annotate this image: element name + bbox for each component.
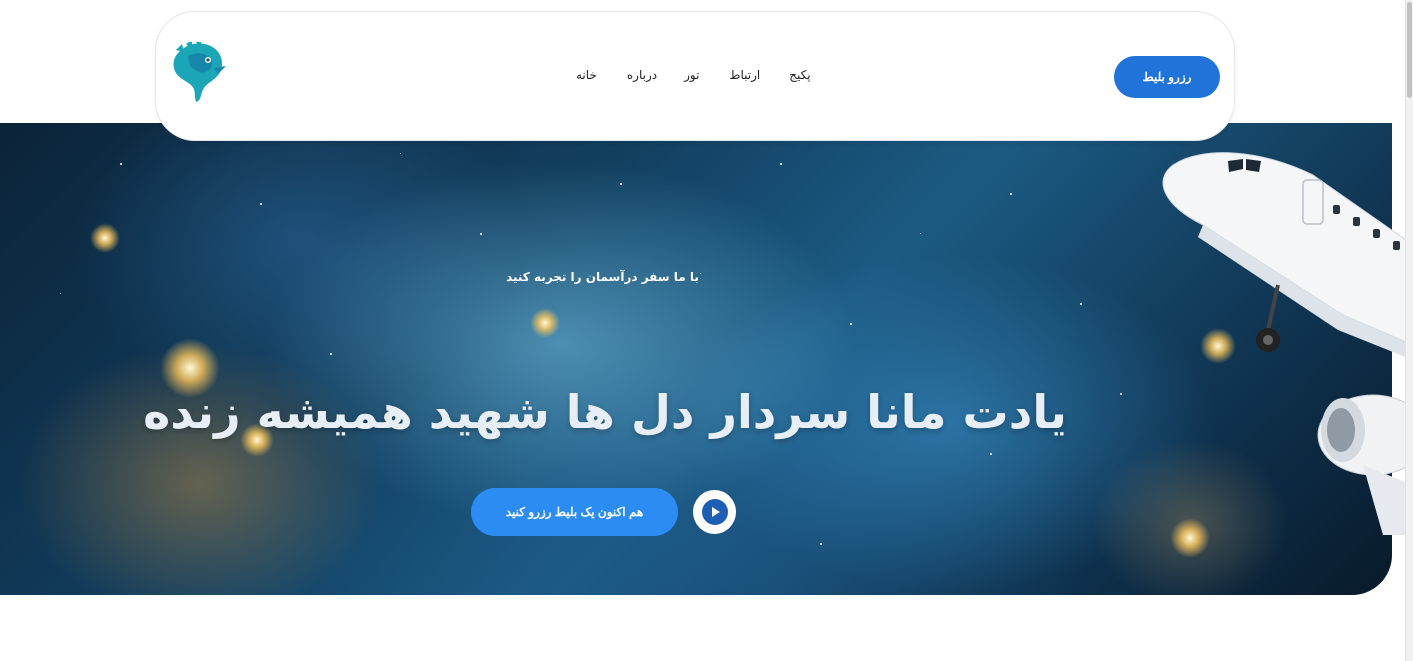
nav-links: خانه درباره تور ارتباط پکیج xyxy=(576,68,811,82)
play-icon xyxy=(701,499,728,525)
nav-link-contact[interactable]: ارتباط xyxy=(729,68,760,82)
seahorse-logo-icon[interactable] xyxy=(170,42,230,104)
book-ticket-button[interactable]: رزرو بلیط xyxy=(1114,56,1220,98)
nav-link-tour[interactable]: تور xyxy=(684,68,699,82)
airplane-image xyxy=(1162,152,1413,535)
hero-tagline: با ما سفر درآسمان را تجربه کنید xyxy=(506,270,699,284)
nav-link-about[interactable]: درباره xyxy=(627,68,657,82)
nav-link-package[interactable]: پکیج xyxy=(789,68,810,82)
nav-link-home[interactable]: خانه xyxy=(576,68,597,82)
navbar: خانه درباره تور ارتباط پکیج رزرو بلیط xyxy=(155,11,1235,141)
hero-title: یادت مانا سردار دل ها شهید همیشه زنده xyxy=(143,385,1067,439)
scrollbar-thumb[interactable] xyxy=(1407,2,1412,98)
page: با ما سفر درآسمان را تجربه کنید یادت مان… xyxy=(0,0,1413,661)
play-video-button[interactable] xyxy=(693,490,736,534)
page-scrollbar[interactable] xyxy=(1405,0,1413,661)
book-ticket-now-button[interactable]: هم اکنون یک بلیط رزرو کنید xyxy=(471,488,678,536)
